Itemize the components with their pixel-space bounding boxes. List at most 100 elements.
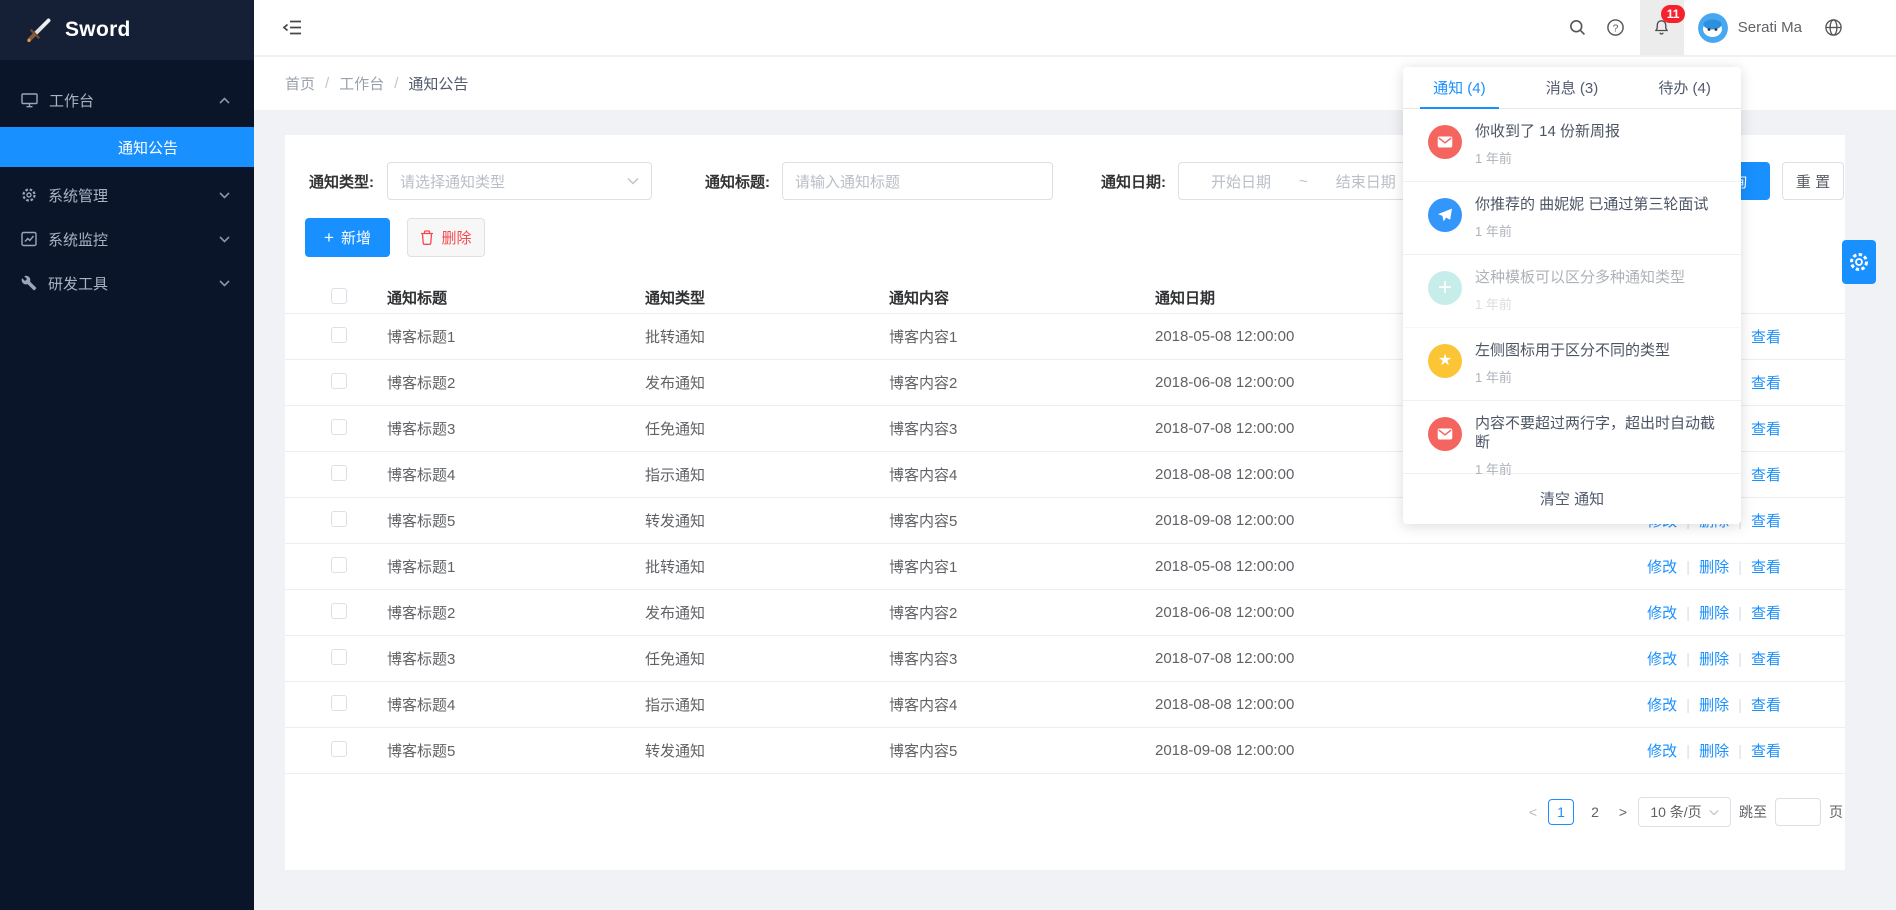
cell-notice-title: 博客标题3: [387, 648, 645, 669]
notice-title-input[interactable]: 请输入通知标题: [782, 162, 1053, 200]
delete-link[interactable]: 删除: [1699, 651, 1729, 668]
reset-button[interactable]: 重 置: [1782, 162, 1844, 200]
delete-link[interactable]: 删除: [1699, 559, 1729, 576]
view-link[interactable]: 查看: [1751, 697, 1781, 714]
view-link[interactable]: 查看: [1751, 743, 1781, 760]
view-link[interactable]: 查看: [1751, 651, 1781, 668]
chevron-down-icon: [1709, 809, 1719, 816]
delete-link[interactable]: 删除: [1699, 697, 1729, 714]
edit-link[interactable]: 修改: [1647, 559, 1677, 576]
cell-notice-title: 博客标题5: [387, 510, 645, 531]
notification-item[interactable]: 内容不要超过两行字，超出时自动截断1 年前: [1403, 401, 1741, 474]
theme-settings-button[interactable]: [1842, 240, 1876, 284]
view-link[interactable]: 查看: [1751, 467, 1781, 484]
cell-actions: 修改|删除|查看: [1455, 694, 1821, 715]
row-checkbox[interactable]: [331, 603, 347, 619]
prev-page-icon[interactable]: <: [1526, 804, 1540, 820]
breadcrumb-current: 通知公告: [408, 73, 468, 94]
tab-notifications[interactable]: 通知 (4): [1403, 67, 1516, 108]
cell-notice-type: 发布通知: [645, 602, 889, 623]
row-checkbox[interactable]: [331, 373, 347, 389]
view-link[interactable]: 查看: [1751, 605, 1781, 622]
next-page-icon[interactable]: >: [1616, 804, 1630, 820]
sidebar-item-notice-active[interactable]: 通知公告: [0, 127, 254, 167]
tab-messages[interactable]: 消息 (3): [1516, 67, 1629, 108]
page-button-1[interactable]: 1: [1548, 799, 1574, 825]
notification-item[interactable]: +这种模板可以区分多种通知类型1 年前: [1403, 255, 1741, 328]
breadcrumb-workbench[interactable]: 工作台: [339, 73, 384, 94]
cell-notice-content: 博客内容4: [889, 464, 1155, 485]
notification-time: 1 年前: [1475, 459, 1723, 478]
row-checkbox[interactable]: [331, 649, 347, 665]
notice-date-range-input[interactable]: 开始日期 ~ 结束日期: [1178, 162, 1436, 200]
sidebar-item-workbench[interactable]: 工作台: [0, 78, 254, 122]
select-all-checkbox[interactable]: [331, 288, 347, 304]
notice-date-label: 通知日期:: [1101, 171, 1178, 192]
tab-todos[interactable]: 待办 (4): [1628, 67, 1741, 108]
cell-notice-content: 博客内容3: [889, 648, 1155, 669]
row-checkbox[interactable]: [331, 695, 347, 711]
plus-icon: +: [324, 229, 334, 246]
gear-icon: [1848, 251, 1870, 273]
cell-actions: 修改|删除|查看: [1455, 556, 1821, 577]
cell-notice-content: 博客内容2: [889, 602, 1155, 623]
edit-link[interactable]: 修改: [1647, 743, 1677, 760]
cell-notice-content: 博客内容4: [889, 694, 1155, 715]
date-start-placeholder: 开始日期: [1189, 171, 1293, 192]
row-checkbox[interactable]: [331, 327, 347, 343]
edit-link[interactable]: 修改: [1647, 605, 1677, 622]
page-size-value: 10 条/页: [1650, 802, 1701, 822]
table-row: 博客标题4指示通知博客内容42018-08-08 12:00:00修改|删除|查…: [285, 682, 1845, 728]
cell-notice-date: 2018-09-08 12:00:00: [1155, 742, 1455, 759]
app-logo[interactable]: Sword: [0, 0, 254, 60]
help-icon[interactable]: ?: [1597, 0, 1635, 55]
view-link[interactable]: 查看: [1751, 513, 1781, 530]
view-link[interactable]: 查看: [1751, 375, 1781, 392]
action-separator: |: [1686, 559, 1690, 576]
table-row: 博客标题3任免通知博客内容32018-07-08 12:00:00修改|删除|查…: [285, 636, 1845, 682]
notice-type-select[interactable]: 请选择通知类型: [387, 162, 652, 200]
sidebar-item-system-admin[interactable]: 系统管理: [0, 173, 254, 217]
pagination: < 1 2 > 10 条/页 跳至 页: [309, 797, 1843, 827]
page-button-2[interactable]: 2: [1582, 799, 1608, 825]
delete-link[interactable]: 删除: [1699, 605, 1729, 622]
row-checkbox[interactable]: [331, 741, 347, 757]
col-header-title: 通知标题: [387, 287, 645, 308]
row-checkbox[interactable]: [331, 419, 347, 435]
paper-plane-icon: [1428, 198, 1462, 232]
table-row: 博客标题1批转通知博客内容12018-05-08 12:00:00修改|删除|查…: [285, 544, 1845, 590]
view-link[interactable]: 查看: [1751, 421, 1781, 438]
row-checkbox[interactable]: [331, 557, 347, 573]
breadcrumb-home[interactable]: 首页: [285, 73, 315, 94]
add-button[interactable]: + 新增: [305, 218, 390, 257]
delete-button[interactable]: 删除: [407, 218, 485, 257]
row-checkbox[interactable]: [331, 465, 347, 481]
notification-item[interactable]: 你推荐的 曲妮妮 已通过第三轮面试1 年前: [1403, 182, 1741, 255]
row-checkbox[interactable]: [331, 511, 347, 527]
user-name[interactable]: Serati Ma: [1738, 19, 1802, 36]
avatar[interactable]: [1698, 13, 1728, 43]
delete-link[interactable]: 删除: [1699, 743, 1729, 760]
sidebar-item-system-monitor[interactable]: 系统监控: [0, 217, 254, 261]
page-size-select[interactable]: 10 条/页: [1638, 797, 1731, 827]
clear-notifications-button[interactable]: 清空 通知: [1403, 474, 1741, 523]
edit-link[interactable]: 修改: [1647, 697, 1677, 714]
menu-fold-icon[interactable]: [282, 17, 303, 38]
view-link[interactable]: 查看: [1751, 559, 1781, 576]
notification-badge: 11: [1661, 5, 1686, 23]
notification-item[interactable]: ★左侧图标用于区分不同的类型1 年前: [1403, 328, 1741, 401]
sidebar-item-label: 系统管理: [48, 185, 108, 206]
notification-item[interactable]: 你收到了 14 份新周报1 年前: [1403, 109, 1741, 182]
notification-title: 左侧图标用于区分不同的类型: [1475, 341, 1670, 360]
search-icon[interactable]: [1559, 0, 1597, 55]
sidebar-item-label: 研发工具: [48, 273, 108, 294]
sidebar: Sword 工作台 通知公告 系统管理: [0, 0, 254, 910]
jump-page-input[interactable]: [1775, 798, 1821, 826]
notification-bell[interactable]: 11: [1640, 0, 1684, 55]
sidebar-item-dev-tools[interactable]: 研发工具: [0, 261, 254, 305]
delete-button-label: 删除: [441, 227, 471, 248]
chevron-down-icon: [219, 192, 230, 199]
view-link[interactable]: 查看: [1751, 329, 1781, 346]
globe-icon[interactable]: [1818, 0, 1848, 55]
edit-link[interactable]: 修改: [1647, 651, 1677, 668]
